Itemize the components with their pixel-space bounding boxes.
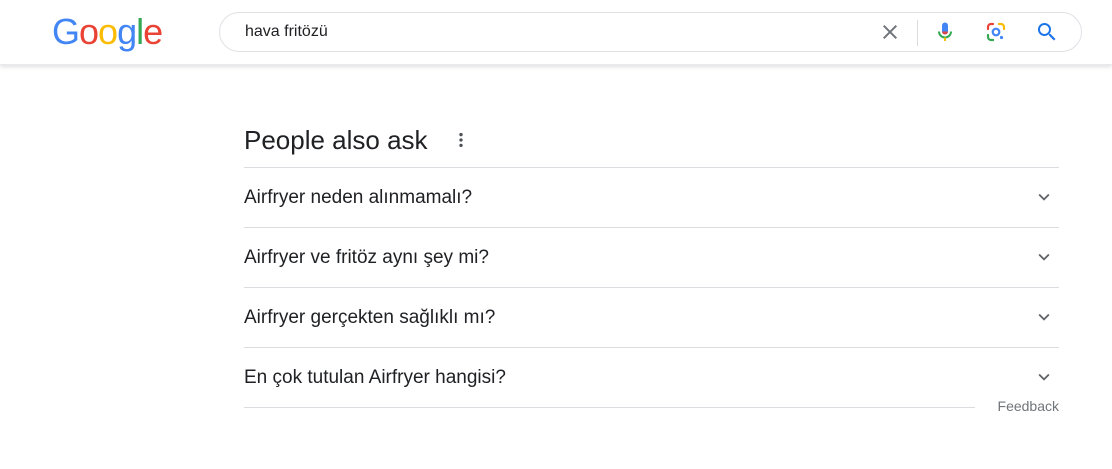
search-divider [917, 20, 918, 46]
google-lens-icon [986, 22, 1006, 42]
paa-question-text: En çok tutulan Airfryer hangisi? [244, 367, 506, 388]
paa-question-row[interactable]: Airfryer gerçekten sağlıklı mı? [244, 288, 1059, 348]
search-box [219, 12, 1082, 52]
chevron-down-icon [1033, 246, 1055, 268]
logo-letter: o [98, 11, 118, 52]
header-bar: Google [0, 0, 1112, 65]
search-input[interactable] [245, 13, 845, 51]
paa-more-options-button[interactable] [451, 130, 471, 150]
search-icon [1038, 23, 1056, 41]
close-icon [883, 25, 897, 39]
search-button[interactable] [1035, 20, 1059, 44]
paa-header: People also ask [244, 118, 1059, 168]
people-also-ask-section: People also ask Airfryer neden alınmamal… [244, 118, 1059, 447]
microphone-icon [938, 22, 952, 41]
logo-letter: l [136, 11, 144, 52]
logo-letter: e [143, 11, 163, 52]
paa-question-text: Airfryer gerçekten sağlıklı mı? [244, 307, 496, 328]
paa-question-row[interactable]: Airfryer neden alınmamalı? [244, 168, 1059, 228]
chevron-down-icon [1033, 186, 1055, 208]
more-vert-icon [459, 132, 463, 148]
voice-search-button[interactable] [933, 20, 957, 44]
chevron-down-icon [1033, 306, 1055, 328]
logo-letter: G [52, 11, 80, 52]
paa-question-text: Airfryer ve fritöz aynı şey mi? [244, 247, 489, 268]
logo-letter: o [79, 11, 99, 52]
lens-search-button[interactable] [984, 20, 1008, 44]
chevron-down-icon [1033, 366, 1055, 388]
paa-question-text: Airfryer neden alınmamalı? [244, 187, 473, 208]
feedback-link[interactable]: Feedback [998, 398, 1059, 414]
logo-letter: g [117, 11, 137, 52]
clear-search-button[interactable] [878, 20, 902, 44]
paa-title: People also ask [244, 125, 428, 155]
divider [244, 407, 975, 408]
paa-footer: Feedback [244, 398, 1059, 447]
paa-question-row[interactable]: En çok tutulan Airfryer hangisi? [244, 348, 1059, 407]
google-logo[interactable]: Google [52, 11, 163, 52]
paa-question-row[interactable]: Airfryer ve fritöz aynı şey mi? [244, 228, 1059, 288]
